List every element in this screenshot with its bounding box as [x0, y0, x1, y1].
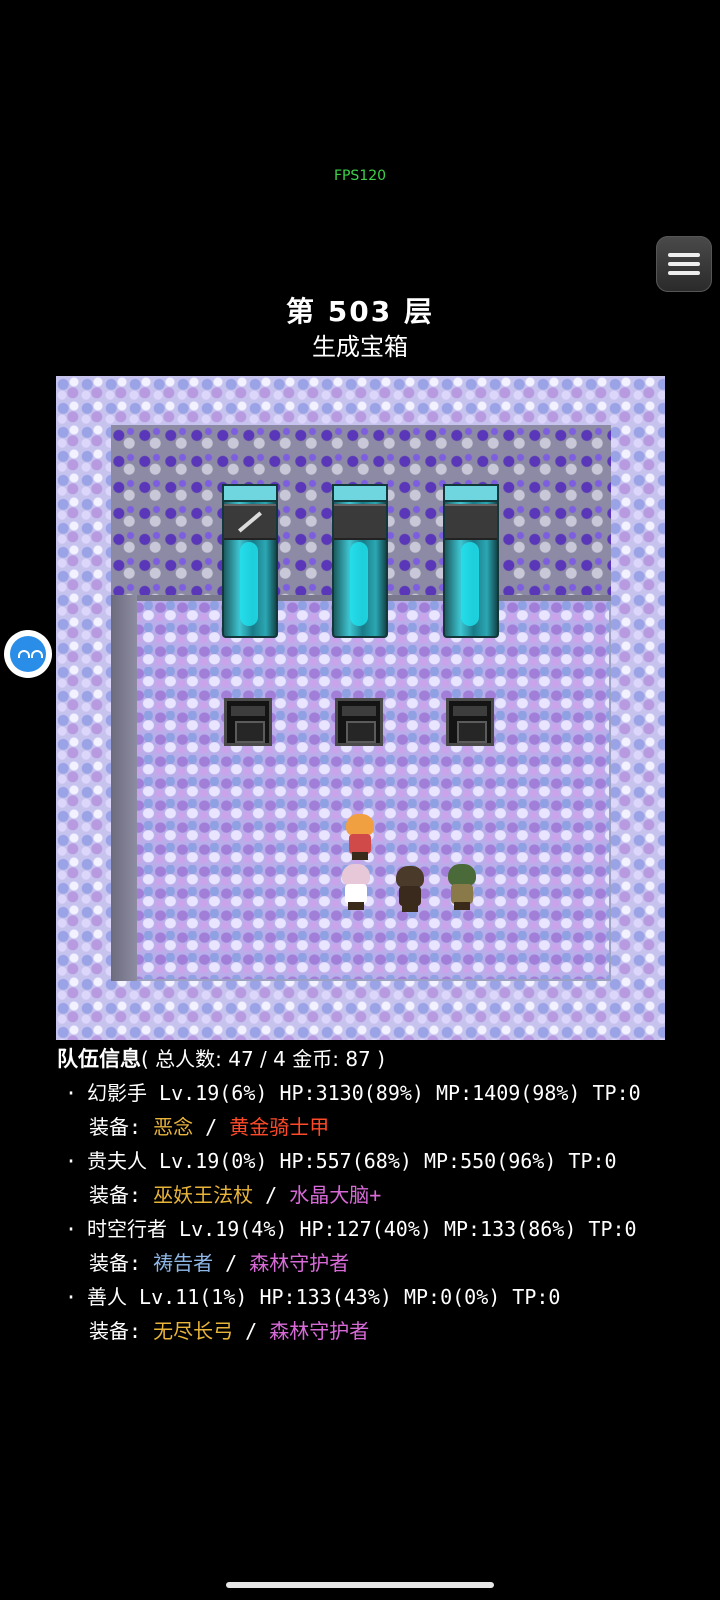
- party-info-heading: 队伍信息: [57, 1047, 141, 1071]
- party-info-panel: 队伍信息( 总人数: 47 / 4 金币: 87 ) · 幻影手 Lv.19(6%…: [57, 1042, 707, 1348]
- smile-face-icon: [10, 636, 46, 672]
- equip-separator: /: [225, 1251, 238, 1275]
- party-member-row: · 幻影手 Lv.19(6%) HP:3130(89%) MP:1409(98%)…: [57, 1076, 707, 1110]
- party-member-row: · 贵夫人 Lv.19(0%) HP:557(68%) MP:550(96%) T…: [57, 1144, 707, 1178]
- equip-separator: /: [205, 1115, 218, 1139]
- sword-icon: [237, 511, 263, 533]
- equip-label: 装备:: [89, 1115, 142, 1139]
- crystal-pillar-middle[interactable]: [332, 484, 388, 638]
- member-equipment-row: 装备: 无尽长弓 / 森林守护者: [57, 1314, 707, 1348]
- member-equipment-row: 装备: 恶念 / 黄金骑士甲: [57, 1110, 707, 1144]
- bullet: ·: [65, 1149, 78, 1173]
- side-float-button[interactable]: [6, 632, 50, 676]
- equip-label: 装备:: [89, 1251, 142, 1275]
- equip-item-2: 森林守护者: [269, 1319, 370, 1343]
- hamburger-icon-bar: [668, 262, 700, 266]
- equip-separator: /: [245, 1319, 258, 1343]
- equip-label: 装备:: [89, 1319, 142, 1343]
- equip-item-1: 无尽长弓: [153, 1319, 234, 1343]
- party-member-sprite-hooded: [390, 866, 430, 912]
- member-stats: 时空行者 Lv.19(4%) HP:127(40%) MP:133(86%) T…: [87, 1217, 637, 1241]
- party-member-row: · 时空行者 Lv.19(4%) HP:127(40%) MP:133(86%) …: [57, 1212, 707, 1246]
- treasure-chest-left[interactable]: [224, 698, 272, 746]
- member-equipment-row: 装备: 祷告者 / 森林守护者: [57, 1246, 707, 1280]
- home-indicator[interactable]: [226, 1582, 494, 1588]
- fps-counter: FPS120: [333, 168, 387, 184]
- floor-title: 第 503 层: [286, 295, 434, 328]
- treasure-chest-middle[interactable]: [335, 698, 383, 746]
- equip-item-2: 黄金骑士甲: [229, 1115, 330, 1139]
- equip-item-2: 森林守护者: [249, 1251, 350, 1275]
- member-equipment-row: 装备: 巫妖王法杖 / 水晶大脑+: [57, 1178, 707, 1212]
- party-member-sprite-ranger: [442, 864, 482, 910]
- party-member-sprite-witch: [336, 864, 376, 910]
- crystal-pillar-left[interactable]: [222, 484, 278, 638]
- member-stats: 幻影手 Lv.19(6%) HP:3130(89%) MP:1409(98%) …: [87, 1081, 641, 1105]
- left-wall: [111, 595, 137, 981]
- hamburger-icon-bar: [668, 271, 700, 275]
- bullet: ·: [65, 1285, 78, 1309]
- menu-button[interactable]: [656, 236, 712, 292]
- bullet: ·: [65, 1081, 78, 1105]
- game-map[interactable]: [56, 376, 665, 1040]
- equip-item-1: 祷告者: [153, 1251, 214, 1275]
- equip-item-1: 恶念: [153, 1115, 194, 1139]
- equip-item-2: 水晶大脑+: [289, 1183, 382, 1207]
- equip-item-1: 巫妖王法杖: [153, 1183, 254, 1207]
- party-info-header: 队伍信息( 总人数: 47 / 4 金币: 87 ): [57, 1042, 707, 1076]
- member-stats: 善人 Lv.11(1%) HP:133(43%) MP:0(0%) TP:0: [87, 1285, 561, 1309]
- floor-subtitle: 生成宝箱: [312, 333, 408, 361]
- party-member-row: · 善人 Lv.11(1%) HP:133(43%) MP:0(0%) TP:0: [57, 1280, 707, 1314]
- equip-separator: /: [265, 1183, 278, 1207]
- hamburger-icon-bar: [668, 253, 700, 257]
- party-summary: ( 总人数: 47 / 4 金币: 87 ): [141, 1047, 385, 1071]
- party-leader-sprite: [340, 814, 380, 860]
- member-stats: 贵夫人 Lv.19(0%) HP:557(68%) MP:550(96%) TP…: [87, 1149, 617, 1173]
- equip-label: 装备:: [89, 1183, 142, 1207]
- crystal-pillar-right[interactable]: [443, 484, 499, 638]
- treasure-chest-right[interactable]: [446, 698, 494, 746]
- bullet: ·: [65, 1217, 78, 1241]
- party-member-list: · 幻影手 Lv.19(6%) HP:3130(89%) MP:1409(98%)…: [57, 1076, 707, 1348]
